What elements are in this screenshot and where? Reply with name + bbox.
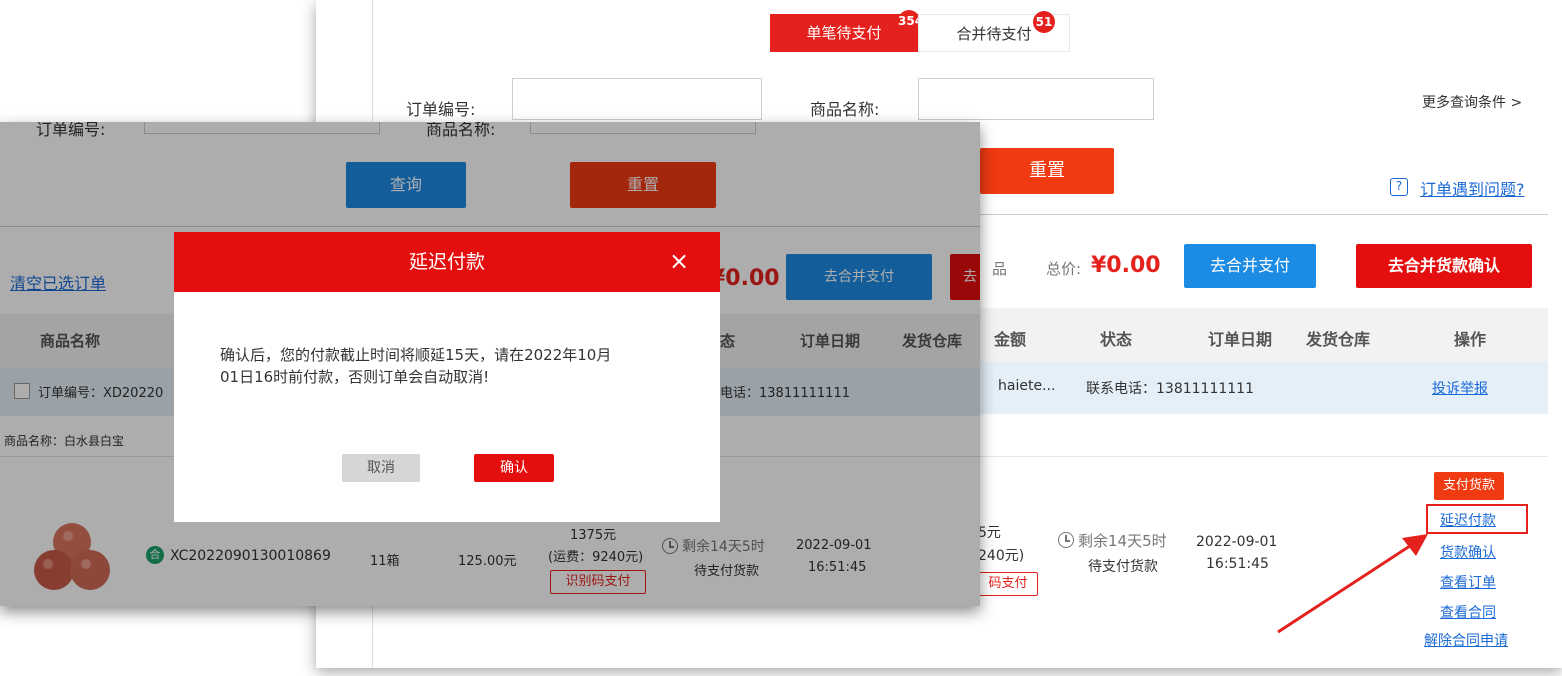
dialog-confirm-button[interactable]: 确认 — [474, 454, 554, 482]
help-icon: ? — [1390, 178, 1408, 196]
order-phone: 联系电话：13811111111 — [1086, 381, 1254, 397]
product-name-input[interactable] — [918, 78, 1154, 120]
tab-label: 合并待支付 — [956, 25, 1032, 43]
product-name-label: 商品名称: — [810, 100, 880, 119]
annotation-arrow — [1277, 534, 1428, 634]
clock-icon — [1058, 532, 1074, 548]
order-status: 待支付货款 — [1088, 559, 1158, 575]
tab-single-pending[interactable]: 单笔待支付 354 — [770, 10, 923, 52]
payment-confirm-link[interactable]: 货款确认 — [1440, 542, 1496, 562]
view-contract-link[interactable]: 查看合同 — [1440, 602, 1496, 622]
tab-badge: 354 — [898, 10, 923, 32]
overlay-window: 订单编号: 商品名称: 查询 重置 清空已选订单 ¥0.00 去合并支付 去 商… — [0, 122, 980, 606]
selected-product-text: 品 — [992, 260, 1008, 278]
amount-line1: 5元 — [978, 525, 1001, 541]
dialog-title: 延迟付款 — [408, 251, 485, 273]
header-amount: 金额 — [994, 330, 1027, 349]
dialog-message-line2: 01日16时前付款，否则订单会自动取消! — [220, 368, 490, 386]
tab-badge: 51 — [1033, 11, 1055, 33]
tab-merged-pending[interactable]: 合并待支付 51 — [918, 11, 1070, 52]
pay-method-tag: 码支付 — [978, 572, 1038, 596]
merge-confirm-button[interactable]: 去合并货款确认 — [1356, 244, 1532, 288]
order-no-input[interactable] — [512, 78, 762, 120]
merge-pay-button[interactable]: 去合并支付 — [1184, 244, 1316, 288]
delay-pay-link[interactable]: 延迟付款 — [1440, 510, 1496, 530]
view-order-link[interactable]: 查看订单 — [1440, 572, 1496, 592]
seller-name: haiete... — [998, 378, 1056, 394]
order-help-link[interactable]: 订单遇到问题? — [1420, 176, 1525, 200]
more-conditions-link[interactable]: 更多查询条件 > — [1422, 92, 1522, 112]
header-warehouse: 发货仓库 — [1306, 330, 1371, 349]
close-icon[interactable]: × — [664, 246, 694, 276]
countdown: 剩余14天5时 — [1078, 532, 1167, 550]
dialog-header: 延迟付款 × — [174, 232, 720, 292]
delay-payment-dialog: 延迟付款 × 确认后，您的付款截止时间将顺延15天，请在2022年10月 01日… — [174, 232, 720, 522]
total-label: 总价: — [1046, 260, 1082, 278]
amount-line2: 240元) — [978, 548, 1025, 564]
complaint-link[interactable]: 投诉举报 — [1432, 378, 1488, 398]
header-order-date: 订单日期 — [1208, 330, 1273, 349]
total-value: ¥0.00 — [1091, 253, 1161, 278]
pay-goods-button[interactable]: 支付货款 — [1434, 472, 1504, 500]
order-no-label: 订单编号: — [406, 100, 476, 119]
dialog-message-line1: 确认后，您的付款截止时间将顺延15天，请在2022年10月 — [220, 346, 612, 364]
dialog-message: 确认后，您的付款截止时间将顺延15天，请在2022年10月 01日16时前付款，… — [220, 344, 611, 388]
reset-button[interactable]: 重置 — [980, 148, 1114, 194]
dialog-cancel-button[interactable]: 取消 — [342, 454, 420, 482]
header-status: 状态 — [1100, 330, 1133, 349]
header-actions: 操作 — [1454, 330, 1487, 349]
tab-label: 单笔待支付 — [806, 24, 882, 42]
